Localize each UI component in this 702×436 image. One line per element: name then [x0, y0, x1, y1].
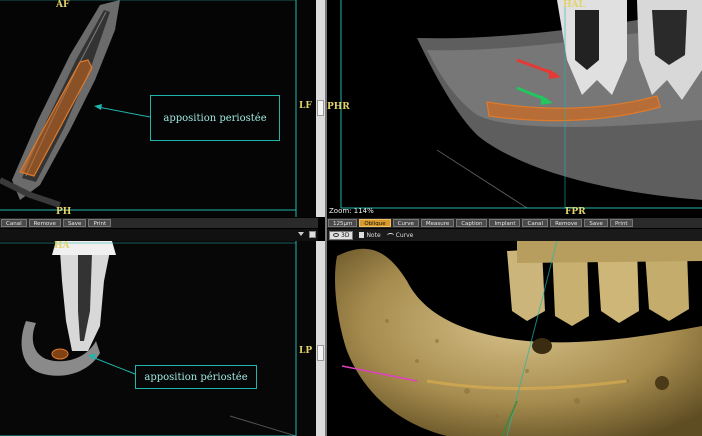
curve-toggle[interactable]: Curve — [386, 231, 414, 239]
zoom-readout: Zoom: 114% — [329, 207, 374, 215]
bottom-left-header — [0, 229, 318, 241]
view3d-toolbar: 3D Note Curve — [327, 229, 702, 241]
eye-icon — [333, 233, 339, 237]
scrollbar-thumb[interactable] — [317, 100, 324, 116]
orientation-label-bottom: PH — [56, 207, 72, 217]
axial-image — [0, 241, 318, 436]
note-toggle[interactable]: Note — [359, 231, 381, 239]
implant-button[interactable]: Implant — [489, 219, 521, 227]
volume-3d-view-bottom-right[interactable] — [327, 241, 702, 436]
resolution-button[interactable]: 125µm — [328, 219, 358, 227]
note-label: Note — [366, 231, 381, 239]
orientation-label-side: LF — [299, 101, 312, 111]
canal-button[interactable]: Canal — [522, 219, 549, 227]
annotation-text: apposition periostée — [163, 112, 267, 124]
oblique-button[interactable]: Oblique — [359, 219, 391, 227]
axial-view-bottom-left[interactable]: HA LP apposition périostée — [0, 241, 318, 436]
view3d-label: 3D — [341, 231, 350, 239]
orientation-label-bottom: FPR — [565, 207, 586, 217]
curve-icon — [386, 232, 394, 238]
caption-button[interactable]: Caption — [456, 219, 488, 227]
orientation-label-side: LP — [299, 346, 313, 356]
save-button[interactable]: Save — [62, 219, 87, 227]
cross-section-view-top-left[interactable]: AF PH LF apposition periostée — [0, 0, 318, 217]
curve-label: Curve — [395, 231, 414, 239]
annotation-text: apposition périostée — [144, 371, 248, 383]
toolbar-left: Canal Remove Save Print — [0, 218, 318, 228]
annotation-box[interactable]: apposition périostée — [135, 365, 257, 389]
note-icon — [359, 232, 365, 238]
toolbar-right: 125µm Oblique Curve Measure Caption Impl… — [327, 218, 702, 228]
orientation-label-top: HA — [54, 241, 70, 251]
foramen — [532, 338, 552, 354]
canal-button[interactable]: Canal — [1, 219, 27, 227]
scroll-up-icon[interactable] — [309, 231, 316, 238]
save-button[interactable]: Save — [584, 219, 608, 227]
volume-render — [327, 241, 702, 436]
print-button[interactable]: Print — [609, 219, 633, 227]
remove-button[interactable]: Remove — [550, 219, 583, 227]
orientation-label-side: PHR — [327, 102, 350, 112]
panoramic-view-top-right[interactable]: HAL PHR FPR Zoom: 114% — [327, 0, 702, 217]
annotation-box[interactable]: apposition periostée — [150, 95, 280, 141]
curve-button[interactable]: Curve — [392, 219, 419, 227]
orientation-label-top: AF — [56, 0, 70, 10]
triangle-down-icon[interactable] — [298, 232, 304, 236]
remove-button[interactable]: Remove — [28, 219, 61, 227]
scrollbar-bottom-left[interactable] — [316, 241, 325, 436]
orientation-label-top: HAL — [563, 0, 585, 10]
scrollbar-top-left[interactable] — [316, 0, 325, 217]
scrollbar-thumb[interactable] — [317, 345, 324, 361]
canal-overlay — [51, 348, 69, 360]
measure-button[interactable]: Measure — [420, 219, 455, 227]
print-button[interactable]: Print — [88, 219, 112, 227]
view3d-toggle[interactable]: 3D — [329, 230, 354, 240]
panoramic-image — [327, 0, 702, 217]
